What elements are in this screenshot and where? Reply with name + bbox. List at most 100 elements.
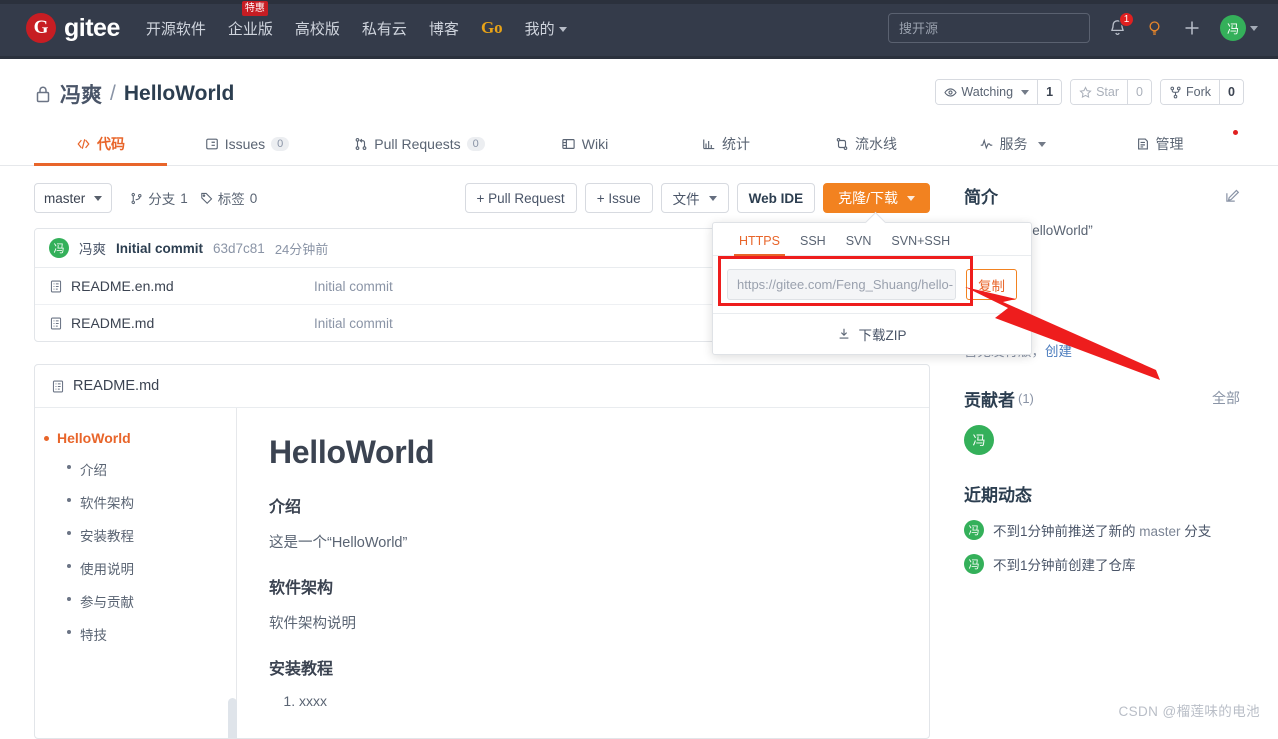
edit-intro-button[interactable] [1225,188,1240,203]
tab-code[interactable]: 代码 [34,125,167,166]
tags-label: 标签 [217,192,245,207]
chevron-down-icon [708,195,717,201]
watch-button[interactable]: Watching [936,80,1038,104]
web-ide-button[interactable]: Web IDE [736,183,816,213]
readme-h1: HelloWorld [269,434,435,470]
tab-pull-requests[interactable]: Pull Requests 0 [327,125,512,165]
tags-link[interactable]: 标签 0 [200,188,258,208]
clone-tab-svn[interactable]: SVN [836,231,882,255]
tab-label: 管理 [1155,136,1184,152]
star-icon [1079,85,1092,98]
tab-wiki[interactable]: Wiki [512,125,657,165]
toc-item-usage[interactable]: 使用说明 [67,558,236,578]
clone-protocol-tabs: HTTPS SSH SVN SVN+SSH [713,223,1031,256]
avatar[interactable]: 冯 [964,424,994,455]
create-release-link[interactable]: 创建 [1045,344,1072,359]
chevron-down-icon [94,195,103,201]
fork-button-group[interactable]: Fork 0 [1160,79,1244,105]
chart-icon [703,139,715,150]
search-input[interactable] [888,13,1090,43]
copy-url-button[interactable]: 复制 [966,269,1017,300]
toc-label: 安装教程 [80,529,134,544]
repository-tabs: 代码 Issues 0 Pull Requests 0 Wiki 统计 流水线 … [0,125,1278,166]
branch-selector[interactable]: master [34,183,113,213]
avatar: 冯 [49,238,69,258]
fork-count[interactable]: 0 [1219,80,1243,104]
clone-url-input[interactable]: https://gitee.com/Feng_Shuang/hello- [727,269,956,300]
activity-branch[interactable]: master [1139,524,1180,539]
toc-item-architecture[interactable]: 软件架构 [67,492,236,512]
tab-statistics[interactable]: 统计 [657,125,795,165]
clone-tab-https[interactable]: HTTPS [729,231,790,256]
clone-tab-svn-ssh[interactable]: SVN+SSH [881,231,960,255]
repository-header: 冯爽 / HelloWorld Watching 1 Star 0 Fork 0 [0,59,1278,109]
commit-sha[interactable]: 63d7c81 [213,241,265,256]
toc-item-intro[interactable]: 介绍 [67,459,236,479]
file-link[interactable]: README.en.md [49,278,314,294]
repo-name[interactable]: HelloWorld [124,82,234,106]
branch-name: master [44,190,86,206]
lightbulb-icon[interactable] [1145,18,1164,38]
gitee-logo[interactable]: G gitee [26,13,120,43]
star-count[interactable]: 0 [1127,80,1151,104]
commit-message[interactable]: Initial commit [116,241,203,256]
watch-count[interactable]: 1 [1037,80,1062,104]
readme-filename: README.md [73,378,160,394]
nav-link-education[interactable]: 高校版 [295,18,340,39]
file-commit-message: Initial commit [314,315,393,331]
nav-link-blog[interactable]: 博客 [429,18,459,39]
nav-link-mine[interactable]: 我的 [525,18,567,39]
file-link[interactable]: README.md [49,315,314,331]
file-commit-message: Initial commit [314,278,393,294]
files-menu-button[interactable]: 文件 [660,183,729,213]
fork-button[interactable]: Fork [1161,80,1219,104]
toc-item-install[interactable]: 安装教程 [67,525,236,545]
pipeline-icon [836,138,848,150]
top-navigation-bar: G gitee 开源软件 特惠 企业版 高校版 私有云 博客 Go 我的 1 [0,0,1278,59]
user-menu[interactable]: 冯 [1220,15,1258,41]
readme-body: HelloWorld 介绍 软件架构 安装教程 使用说明 参与贡献 特技 Hel… [35,408,929,738]
manage-notification-dot [1233,130,1238,135]
sidebar-activity-title: 近期动态 [964,485,1032,505]
page-title: 冯爽 / HelloWorld [34,79,234,109]
fork-label: Fork [1186,85,1211,99]
download-zip-button[interactable]: 下载ZIP [713,313,1031,354]
star-button-group[interactable]: Star 0 [1070,79,1152,105]
tab-pipeline[interactable]: 流水线 [795,125,937,165]
scrollbar-thumb[interactable] [228,698,237,738]
clone-tab-ssh[interactable]: SSH [790,231,836,255]
tab-services[interactable]: 服务 [937,125,1087,165]
repo-owner[interactable]: 冯爽 [60,79,102,109]
toc-item-tricks[interactable]: 特技 [67,624,236,644]
toc-label: 介绍 [80,463,107,478]
branches-link[interactable]: 分支 1 [130,188,188,208]
toc-item-helloworld[interactable]: HelloWorld 介绍 软件架构 安装教程 使用说明 参与贡献 特技 [44,430,236,644]
gitee-logo-icon: G [26,13,56,43]
new-issue-button[interactable]: + Issue [584,183,653,213]
tab-issues[interactable]: Issues 0 [167,125,327,165]
activity-text: 不到1分钟前推送了新的 master 分支 [993,523,1212,539]
new-pull-request-button[interactable]: + Pull Request [464,183,577,213]
nav-link-go[interactable]: Go [481,18,503,38]
edit-icon [1226,189,1240,202]
tab-label: 代码 [97,136,125,152]
tab-manage[interactable]: 管理 [1087,125,1238,165]
readme-header: README.md [35,365,929,408]
manage-icon [1137,138,1148,150]
commit-author[interactable]: 冯爽 [79,238,106,258]
toc-item-contribute[interactable]: 参与贡献 [67,591,236,611]
main-nav-links: 开源软件 特惠 企业版 高校版 私有云 博客 Go 我的 [146,0,567,39]
notifications-button[interactable]: 1 [1108,12,1134,38]
pull-request-icon [355,138,367,150]
create-new-button[interactable] [1182,18,1202,38]
readme-section-text: 这是一个“HelloWorld” [269,535,408,551]
star-button[interactable]: Star [1071,80,1127,104]
nav-link-enterprise[interactable]: 特惠 企业版 [228,0,273,39]
watch-button-group[interactable]: Watching 1 [935,79,1063,105]
nav-link-opensource[interactable]: 开源软件 [146,18,206,39]
contributors-all-link[interactable]: 全部 [1212,388,1240,408]
clone-download-button[interactable]: 克隆/下载 [823,183,930,213]
nav-link-privatecloud[interactable]: 私有云 [362,18,407,39]
tags-count: 0 [249,190,258,206]
services-icon [980,138,992,150]
